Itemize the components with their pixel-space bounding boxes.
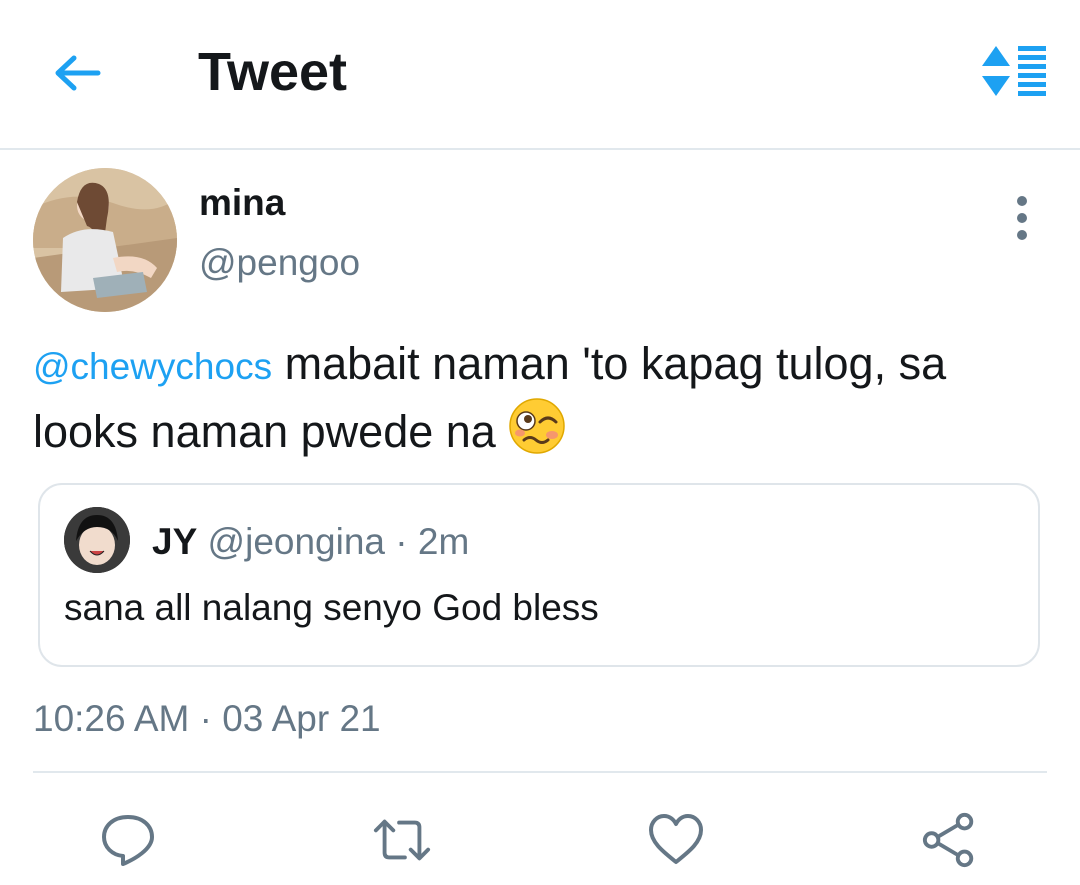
sort-toggle-button[interactable]	[976, 44, 1050, 98]
reply-icon	[102, 815, 154, 866]
tweet-timestamp: 10:26 AM · 03 Apr 21	[33, 698, 381, 739]
quoted-author-name: JY	[152, 521, 198, 562]
retweet-icon	[373, 819, 431, 861]
share-icon	[922, 812, 974, 868]
reply-button[interactable]	[98, 810, 158, 870]
author-avatar-image	[33, 168, 177, 312]
back-button[interactable]	[50, 50, 104, 96]
woozy-face-icon	[509, 398, 566, 454]
quoted-tweet-text: sana all nalang senyo God bless	[64, 587, 599, 628]
quoted-author-handle: @jeongina	[207, 521, 386, 562]
tweet-text: @chewychocs mabait naman 'to kapag tulog…	[33, 334, 1043, 462]
more-options-button[interactable]	[1000, 192, 1044, 244]
mention-link[interactable]: @chewychocs	[33, 346, 272, 387]
like-icon	[649, 814, 703, 864]
sort-toggle-icon	[982, 46, 1046, 96]
author-display-name[interactable]: mina	[199, 180, 285, 226]
quoted-tweet-card[interactable]: JY @jeongina · 2m sana all nalang senyo …	[38, 483, 1040, 667]
page-title: Tweet	[198, 42, 348, 102]
retweet-button[interactable]	[372, 810, 432, 870]
share-button[interactable]	[920, 810, 980, 870]
more-vertical-icon	[1017, 196, 1027, 240]
author-handle[interactable]: @pengoo	[199, 240, 360, 286]
divider	[33, 771, 1047, 773]
arrow-left-icon	[55, 55, 101, 91]
quoted-avatar-image	[64, 507, 130, 573]
top-app-bar: Tweet	[0, 0, 1080, 150]
separator-dot: ·	[385, 521, 418, 562]
quoted-tweet-time: 2m	[417, 521, 470, 562]
quoted-tweet-header: JY @jeongina · 2m	[152, 519, 469, 565]
like-button[interactable]	[646, 810, 706, 870]
quoted-author-avatar	[64, 507, 130, 573]
author-avatar[interactable]	[33, 168, 177, 312]
